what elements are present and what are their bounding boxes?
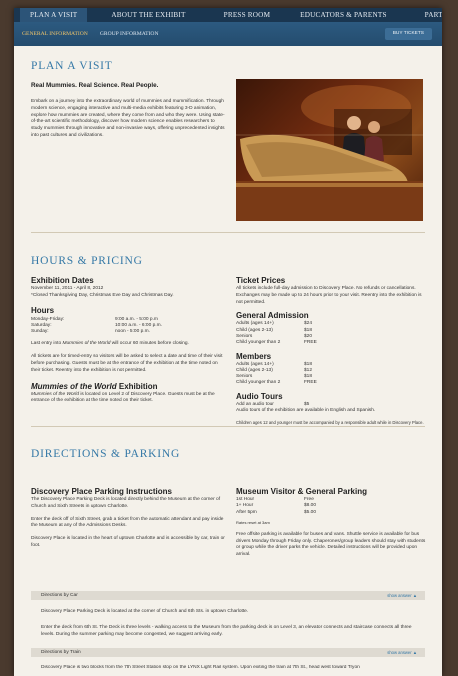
main-nav: PLAN A VISIT ABOUT THE EXHIBIT PRESS ROO… bbox=[14, 8, 442, 22]
hours-time: 9:00 a.m. - 5:00 p.m bbox=[115, 316, 158, 322]
parking-left-column: Discovery Place Parking Instructions The… bbox=[31, 487, 227, 550]
last-entry-exhibit-name: Mummies of the World bbox=[62, 341, 111, 347]
exhibition-heading-suffix: Exhibition bbox=[116, 381, 158, 391]
members-heading: Members bbox=[236, 351, 272, 361]
ticket-prices-intro: All tickets include full-day admission t… bbox=[236, 286, 422, 305]
plan-intro: Embark on a journey into the extraordina… bbox=[31, 99, 225, 138]
faq-car-label: Directions by Car bbox=[41, 593, 78, 598]
children-note: Children ages 12 and younger must be acc… bbox=[236, 419, 424, 425]
nav-partners[interactable]: PARTNERS bbox=[425, 11, 442, 19]
prices-right-column: Ticket Prices All tickets include full-d… bbox=[236, 276, 426, 426]
exhibition-location-name: Mummies of the World bbox=[31, 391, 79, 397]
last-entry-note: Last entry into Mummies of the World wil… bbox=[31, 341, 227, 348]
nav-press-room[interactable]: PRESS ROOM bbox=[224, 11, 271, 19]
rate-value: $5.00 bbox=[304, 509, 317, 515]
faq-car-answer-2: Enter the deck from 6th St. The Deck is … bbox=[41, 625, 412, 637]
price-label: Child younger than 2 bbox=[236, 340, 281, 346]
caret-up-icon: ▲ bbox=[412, 593, 417, 598]
rate-label: After 5pm bbox=[236, 509, 257, 515]
plan-tagline: Real Mummies. Real Science. Real People. bbox=[31, 82, 159, 89]
hours-table: Monday-Friday: 9:00 a.m. - 5:00 p.m Satur… bbox=[31, 317, 162, 336]
price-row: Child younger than 2 FREE bbox=[236, 380, 317, 386]
hours-time: noon - 5:00 p.m. bbox=[115, 329, 150, 335]
subnav-general-information[interactable]: GENERAL INFORMATION bbox=[22, 31, 88, 37]
faq-directions-by-car[interactable]: Directions by Car show answer ▲ bbox=[31, 591, 425, 600]
parking-p1: The Discovery Place Parking Deck is loca… bbox=[31, 497, 221, 509]
section-divider-2 bbox=[31, 426, 425, 427]
hours-left-column: Exhibition Dates November 11, 2011 - Apr… bbox=[31, 276, 227, 405]
visitor-parking-heading: Museum Visitor & General Parking bbox=[236, 487, 368, 496]
sub-nav: GENERAL INFORMATION GROUP INFORMATION BU… bbox=[14, 22, 442, 46]
rates-reset-note: Rates reset at 3am bbox=[236, 519, 270, 525]
timed-entry-note: All tickets are for timed-entry so visit… bbox=[31, 354, 223, 373]
parking-p3: Discovery Place is located in the heart … bbox=[31, 536, 225, 548]
faq-directions-by-train[interactable]: Directions by Train show answer ▲ bbox=[31, 648, 425, 657]
offsite-parking-note: Free offsite parking is available for bu… bbox=[236, 531, 426, 558]
faq-train-answer: Discovery Place is two blocks from the 7… bbox=[41, 665, 360, 670]
parking-instructions-heading: Discovery Place Parking Instructions bbox=[31, 487, 172, 496]
faq-train-toggle[interactable]: show answer ▲ bbox=[387, 649, 417, 656]
faq-car-answer-1: Discovery Place Parking Deck is located … bbox=[41, 609, 249, 614]
nav-about-the-exhibit[interactable]: ABOUT THE EXHIBIT bbox=[111, 11, 185, 19]
faq-car-toggle[interactable]: show answer ▲ bbox=[387, 592, 417, 599]
plan-visit-title: PLAN A VISIT bbox=[31, 60, 113, 72]
hours-row: Sunday: noon - 5:00 p.m. bbox=[31, 329, 162, 335]
exhibition-heading: Mummies of the World Exhibition bbox=[31, 382, 227, 392]
buy-tickets-button[interactable]: BUY TICKETS bbox=[384, 28, 432, 40]
faq-train-label: Directions by Train bbox=[41, 650, 81, 655]
exhibition-location: Mummies of the World is located on Level… bbox=[31, 392, 227, 406]
price-value: FREE bbox=[304, 340, 317, 346]
hours-day: Sunday: bbox=[31, 329, 49, 335]
page-frame: PLAN A VISIT ABOUT THE EXHIBIT PRESS ROO… bbox=[14, 8, 442, 676]
price-row: Child younger than 2 FREE bbox=[236, 340, 317, 346]
exhibition-dates-line: November 11, 2011 - April 8, 2012 bbox=[31, 286, 104, 291]
mummy-exhibit-photo bbox=[236, 79, 423, 221]
last-entry-post: will occur 60 minutes before closing. bbox=[110, 341, 189, 347]
audio-tours-heading: Audio Tours bbox=[236, 391, 283, 401]
last-entry-pre: Last entry into bbox=[31, 341, 63, 347]
exhibit-photo-art bbox=[236, 85, 423, 221]
faq-train-toggle-label: show answer bbox=[387, 650, 412, 655]
parking-rates-table: 1st Hour Free 1+ Hour $8.00 After 5pm $5.00 bbox=[236, 497, 316, 516]
exhibition-dates-heading: Exhibition Dates bbox=[31, 276, 94, 285]
rate-value: $8.00 bbox=[304, 503, 317, 509]
rate-row: After 5pm $5.00 bbox=[236, 510, 316, 516]
subnav-group-information[interactable]: GROUP INFORMATION bbox=[100, 31, 159, 37]
ticket-prices-heading: Ticket Prices bbox=[236, 276, 286, 285]
section-divider-1 bbox=[31, 232, 425, 233]
closed-days-note: *Closed Thanksgiving Day, Christmas Eve … bbox=[31, 292, 174, 298]
parking-p2: Enter the deck off of Sixth Street, grab… bbox=[31, 516, 224, 529]
caret-up-icon: ▲ bbox=[412, 650, 417, 655]
faq-car-toggle-label: show answer bbox=[387, 593, 412, 598]
directions-parking-title: DIRECTIONS & PARKING bbox=[31, 448, 181, 460]
price-value: FREE bbox=[304, 380, 317, 386]
nav-plan-a-visit[interactable]: PLAN A VISIT bbox=[20, 8, 88, 22]
general-admission-table: Adults (ages 14+) $24 Child (ages 2-13) $1… bbox=[236, 321, 317, 346]
hours-heading: Hours bbox=[31, 305, 55, 315]
members-table: Adults (ages 14+) $18 Child (ages 2-13) $1… bbox=[236, 362, 317, 387]
audio-tours-note: Audio tours of the exhibition are availa… bbox=[236, 408, 376, 414]
hours-pricing-title: HOURS & PRICING bbox=[31, 255, 143, 267]
parking-right-column: Museum Visitor & General Parking 1st Hou… bbox=[236, 487, 426, 559]
general-admission-heading: General Admission bbox=[236, 311, 309, 321]
exhibition-heading-name: Mummies of the World bbox=[31, 381, 117, 391]
price-label: Child younger than 2 bbox=[236, 380, 281, 386]
nav-educators-parents[interactable]: EDUCATORS & PARENTS bbox=[300, 11, 386, 19]
